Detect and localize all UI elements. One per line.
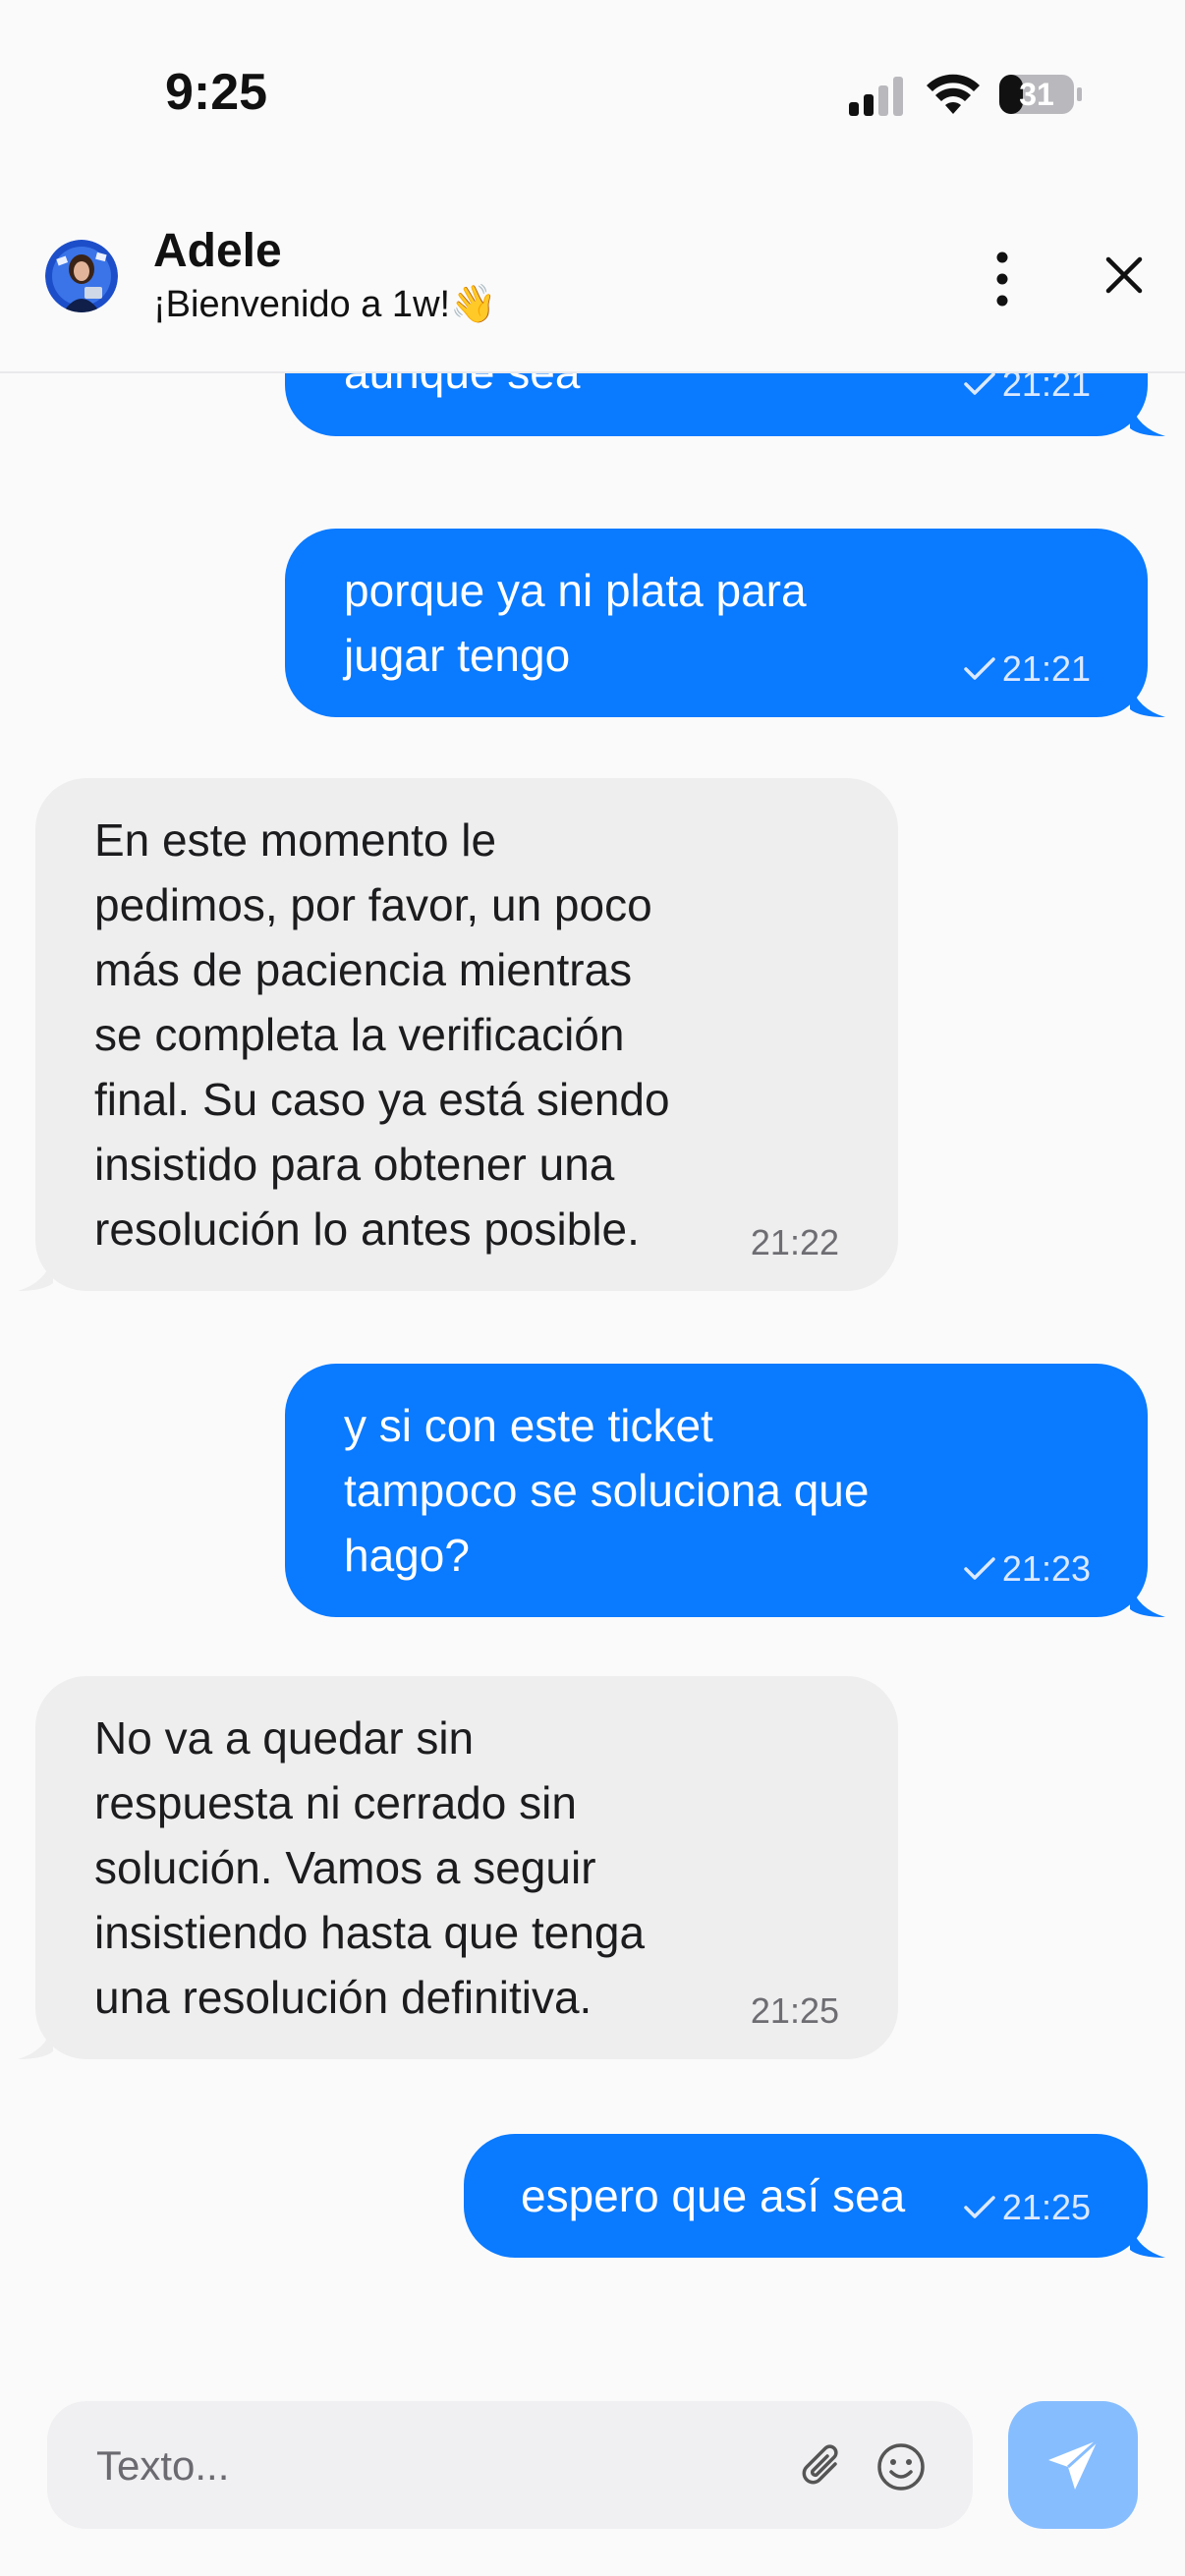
message-outgoing: espero que así sea 21:25 xyxy=(464,2134,1148,2258)
message-outgoing: y si con este ticket tampoco se solucion… xyxy=(285,1364,1148,1617)
status-time: 9:25 xyxy=(165,64,268,121)
chat-header: Adele ¡Bienvenido a 1w!👋 xyxy=(0,206,1185,373)
battery-level: 31 xyxy=(1019,77,1054,112)
message-time: 21:23 xyxy=(1001,1548,1091,1589)
message-incoming: En este momento le pedimos, por favor, u… xyxy=(35,778,898,1291)
message-time: 21:21 xyxy=(1001,648,1091,689)
send-button[interactable] xyxy=(1008,2401,1138,2529)
check-icon xyxy=(964,2196,995,2218)
message-meta: 21:25 xyxy=(963,2187,1091,2228)
message-time: 21:21 xyxy=(1001,373,1091,404)
message-incoming: No va a quedar sin respuesta ni cerrado … xyxy=(35,1676,898,2059)
message-time: 21:25 xyxy=(750,1990,839,2031)
close-icon[interactable] xyxy=(1102,253,1146,297)
message-text: En este momento le pedimos, por favor, u… xyxy=(94,814,670,1255)
check-icon xyxy=(964,657,995,680)
bubble-tail xyxy=(1130,403,1165,436)
message-meta: 21:22 xyxy=(751,1222,839,1263)
paper-plane-icon xyxy=(1048,2438,1100,2490)
check-icon xyxy=(964,1557,995,1580)
cellular-signal-icon xyxy=(849,77,903,116)
check-icon xyxy=(964,373,995,395)
message-meta: 21:21 xyxy=(963,648,1091,690)
agent-avatar[interactable] xyxy=(45,240,118,312)
wifi-icon xyxy=(927,74,980,114)
message-text: No va a quedar sin respuesta ni cerrado … xyxy=(94,1712,646,2023)
smiley-icon[interactable] xyxy=(875,2440,928,2493)
bubble-tail xyxy=(18,2026,53,2059)
message-outgoing: porque ya ni plata para jugar tengo 21:2… xyxy=(285,529,1148,717)
message-meta: 21:25 xyxy=(751,1990,839,2032)
bubble-tail xyxy=(18,1258,53,1291)
message-composer xyxy=(47,2401,973,2529)
more-vertical-icon[interactable] xyxy=(983,250,1022,308)
message-time: 21:22 xyxy=(750,1222,839,1262)
agent-subtitle: ¡Bienvenido a 1w!👋 xyxy=(153,284,497,325)
message-meta: 21:23 xyxy=(963,1548,1091,1590)
message-text: porque ya ni plata para jugar tengo xyxy=(344,565,807,681)
message-text: aunque sea xyxy=(344,373,580,405)
bubble-tail xyxy=(1130,1584,1165,1617)
message-text: espero que así sea xyxy=(521,2170,906,2221)
message-time: 21:25 xyxy=(1001,2187,1091,2227)
bubble-tail xyxy=(1130,684,1165,717)
bubble-tail xyxy=(1130,2224,1165,2258)
message-outgoing: aunque sea 21:21 xyxy=(285,373,1148,436)
message-meta: 21:21 xyxy=(963,373,1091,405)
message-text: y si con este ticket tampoco se solucion… xyxy=(344,1400,870,1581)
agent-name: Adele xyxy=(153,225,282,277)
message-list[interactable]: aunque sea 21:21 porque ya ni plata para… xyxy=(0,373,1185,2378)
paperclip-icon[interactable] xyxy=(796,2440,849,2493)
message-input[interactable] xyxy=(94,2429,786,2503)
